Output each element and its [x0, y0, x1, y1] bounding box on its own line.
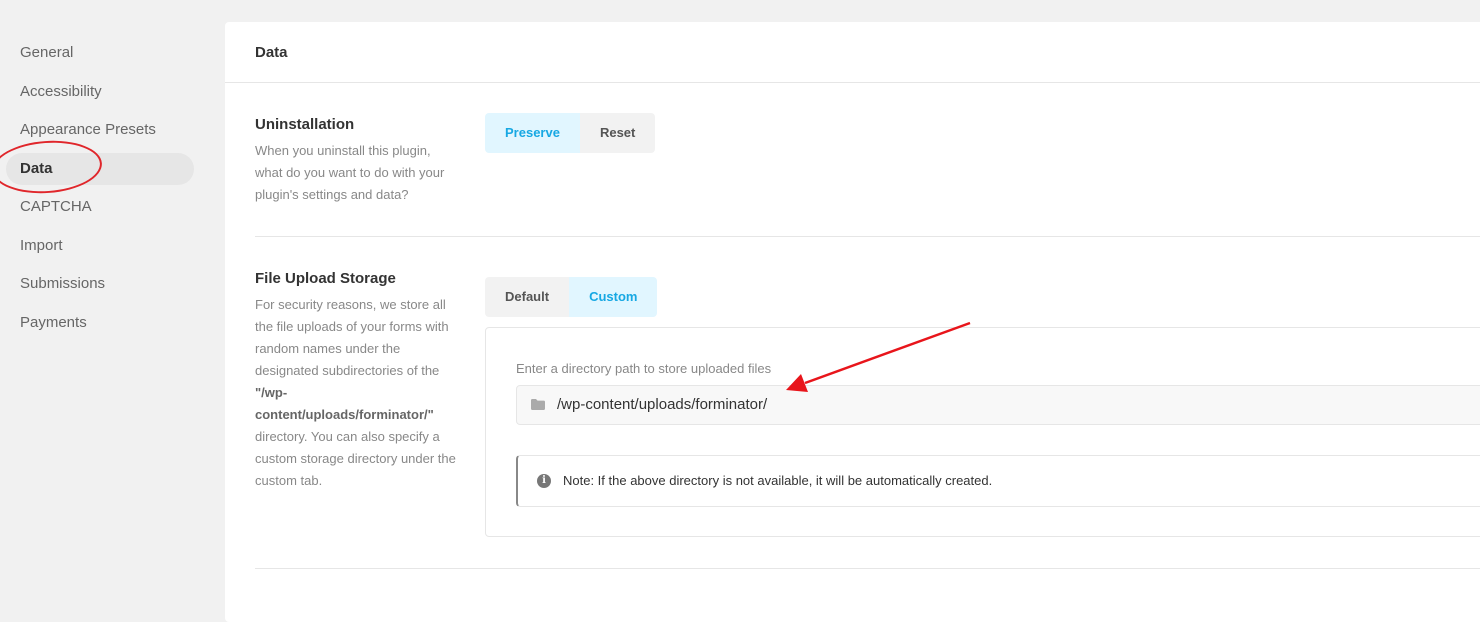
folder-icon [531, 399, 545, 410]
directory-path-label: Enter a directory path to store uploaded… [516, 361, 772, 376]
desc-text-before: For security reasons, we store all the f… [255, 297, 449, 378]
uninstallation-description: When you uninstall this plugin, what do … [255, 143, 445, 202]
default-tab[interactable]: Default [485, 277, 570, 317]
uninstallation-toggle: Preserve Reset [485, 113, 656, 153]
custom-tab[interactable]: Custom [569, 277, 658, 317]
directory-notice: i Note: If the above directory is not av… [516, 455, 1480, 507]
sidebar-item-payments[interactable]: Payments [6, 307, 194, 339]
header-divider [225, 82, 1480, 83]
section-divider [255, 236, 1480, 237]
info-icon: i [537, 474, 551, 488]
directory-path-value: /wp-content/uploads/forminator/ [557, 396, 768, 413]
directory-path-input[interactable]: /wp-content/uploads/forminator/ [516, 385, 1480, 425]
page-title: Data [255, 44, 288, 61]
sidebar-item-accessibility[interactable]: Accessibility [6, 76, 194, 108]
settings-panel: Data Uninstallation When you uninstall t… [225, 22, 1480, 622]
preserve-tab[interactable]: Preserve [485, 113, 580, 153]
file-upload-title: File Upload Storage [255, 270, 396, 287]
section-divider-bottom [255, 568, 1480, 569]
reset-tab[interactable]: Reset [579, 113, 656, 153]
notice-text: Note: If the above directory is not avai… [563, 473, 993, 488]
desc-path: "/wp-content/uploads/forminator/" [255, 385, 434, 422]
settings-sidebar: General Accessibility Appearance Presets… [0, 0, 225, 590]
file-upload-toggle: Default Custom [485, 277, 658, 317]
file-upload-description: For security reasons, we store all the f… [255, 294, 460, 492]
sidebar-item-captcha[interactable]: CAPTCHA [6, 191, 194, 223]
sidebar-item-submissions[interactable]: Submissions [6, 268, 194, 300]
sidebar-item-data[interactable]: Data [6, 153, 194, 185]
custom-tab-content: Enter a directory path to store uploaded… [485, 327, 1480, 537]
sidebar-item-appearance-presets[interactable]: Appearance Presets [6, 114, 194, 146]
desc-text-after: directory. You can also specify a custom… [255, 429, 456, 488]
uninstallation-title: Uninstallation [255, 116, 355, 133]
sidebar-item-general[interactable]: General [6, 37, 194, 69]
sidebar-item-import[interactable]: Import [6, 230, 194, 262]
